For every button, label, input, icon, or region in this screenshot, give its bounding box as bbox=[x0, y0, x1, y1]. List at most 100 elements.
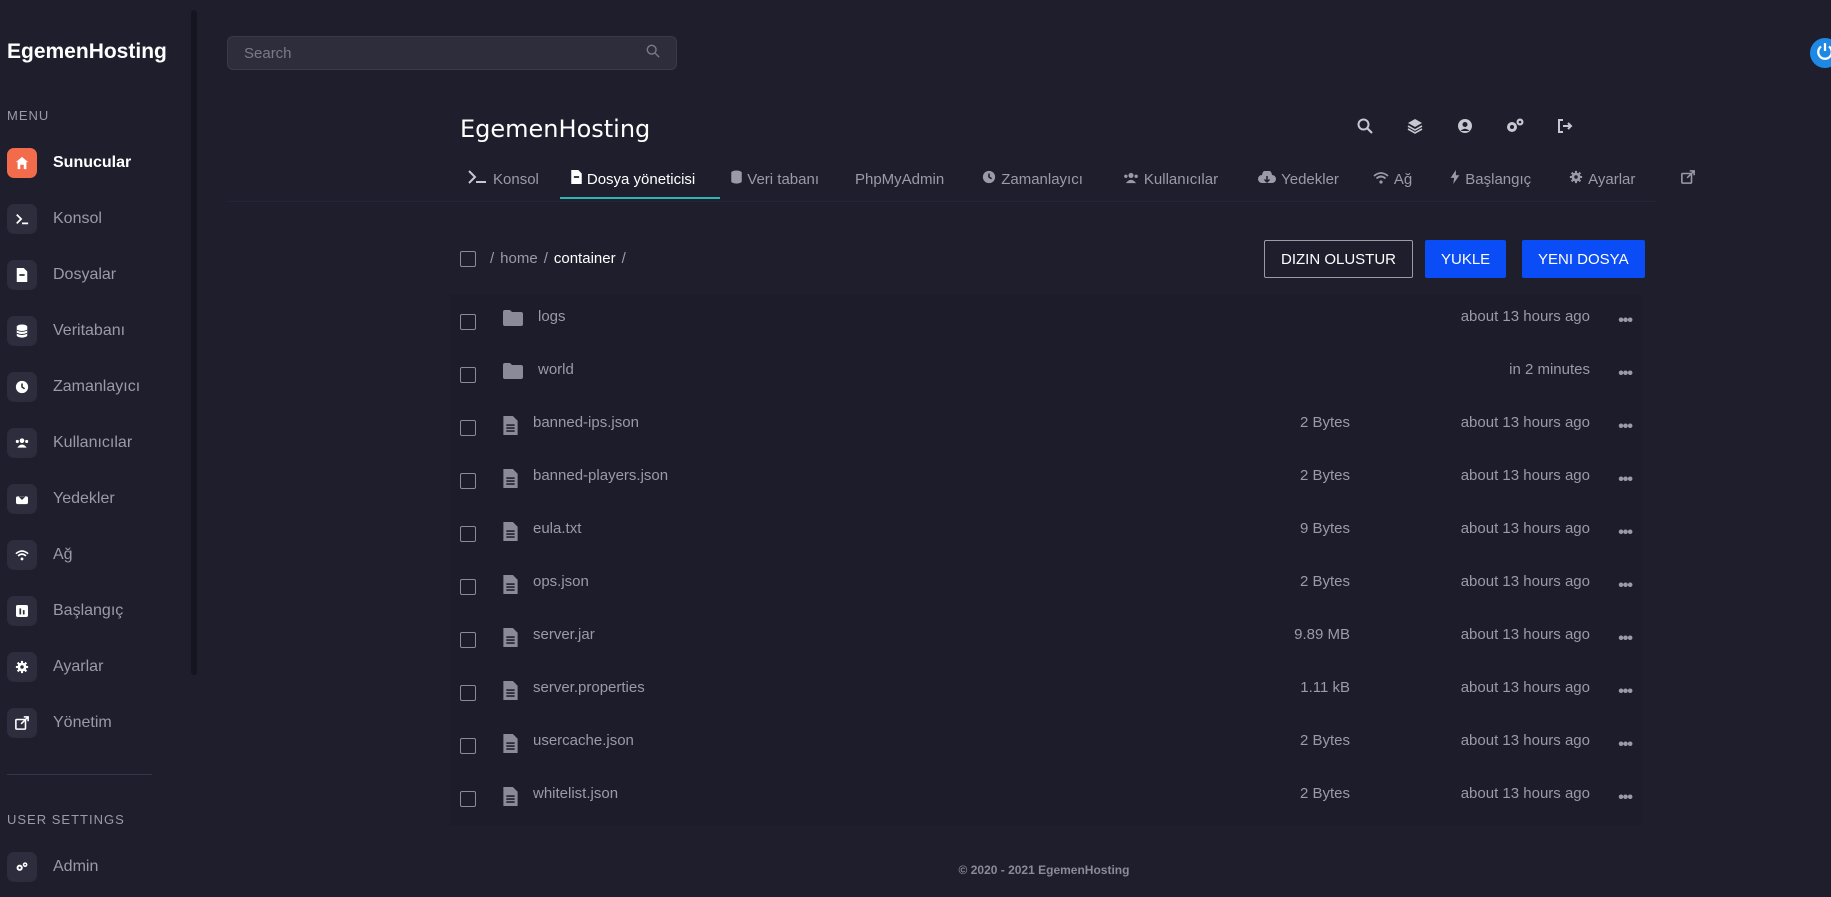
tab-konsol[interactable]: Konsol bbox=[460, 162, 547, 196]
file-checkbox[interactable] bbox=[460, 579, 476, 595]
file-name[interactable]: whitelist.json bbox=[533, 785, 618, 802]
file-size: 2 Bytes bbox=[1299, 732, 1350, 749]
file-row[interactable]: server.properties 1.11 kB about 13 hours a… bbox=[450, 666, 1642, 719]
file-row[interactable]: eula.txt 9 Bytes about 13 hours ago ••• bbox=[450, 507, 1642, 560]
brand-logo-text[interactable]: EgemenHosting bbox=[7, 40, 167, 64]
upload-button[interactable]: YUKLE bbox=[1425, 240, 1507, 278]
file-size: 2 Bytes bbox=[1299, 414, 1350, 431]
file-text-icon bbox=[503, 681, 523, 701]
file-checkbox[interactable] bbox=[460, 473, 476, 489]
database-icon bbox=[7, 316, 37, 346]
file-checkbox[interactable] bbox=[460, 632, 476, 648]
power-button[interactable] bbox=[1810, 38, 1831, 68]
gear-icon bbox=[1569, 170, 1583, 188]
sidebar-item-yedekler[interactable]: Yedekler bbox=[7, 484, 177, 514]
sidebar-divider bbox=[7, 774, 152, 775]
search-input[interactable] bbox=[244, 44, 646, 62]
more-options-icon[interactable]: ••• bbox=[1618, 524, 1633, 542]
file-modified: in 2 minutes bbox=[1509, 361, 1590, 378]
select-all-checkbox[interactable] bbox=[460, 250, 476, 267]
tab-phpmyadmin[interactable]: PhpMyAdmin bbox=[847, 162, 952, 196]
file-checkbox[interactable] bbox=[460, 685, 476, 701]
sidebar-item-dosyalar[interactable]: Dosyalar bbox=[7, 260, 177, 290]
header-admin-button[interactable] bbox=[1490, 116, 1540, 140]
header-logout-button[interactable] bbox=[1540, 116, 1590, 140]
sidebar-item-sunucular[interactable]: Sunucular bbox=[7, 148, 177, 178]
more-options-icon[interactable]: ••• bbox=[1618, 577, 1633, 595]
tab-ag[interactable]: Ağ bbox=[1365, 162, 1420, 196]
tab-ayarlar[interactable]: Ayarlar bbox=[1561, 162, 1643, 196]
tab-yedekler[interactable]: Yedekler bbox=[1250, 162, 1347, 196]
more-options-icon[interactable]: ••• bbox=[1618, 418, 1633, 436]
tab-zamanlayici[interactable]: Zamanlayıcı bbox=[974, 162, 1091, 196]
sidebar-item-baslangic[interactable]: Başlangıç bbox=[7, 596, 177, 626]
header-layers-button[interactable] bbox=[1390, 116, 1440, 140]
breadcrumb-home[interactable]: home bbox=[500, 250, 538, 267]
tab-dosya-yoneticisi[interactable]: Dosya yöneticisi bbox=[563, 162, 703, 196]
more-options-icon[interactable]: ••• bbox=[1618, 471, 1633, 489]
file-text-icon bbox=[503, 416, 523, 436]
file-size: 2 Bytes bbox=[1299, 467, 1350, 484]
file-row[interactable]: world in 2 minutes ••• bbox=[450, 348, 1642, 401]
new-file-button[interactable]: YENI DOSYA bbox=[1522, 240, 1645, 278]
more-options-icon[interactable]: ••• bbox=[1618, 683, 1633, 701]
file-row[interactable]: usercache.json 2 Bytes about 13 hours ago •… bbox=[450, 719, 1642, 772]
file-name[interactable]: world bbox=[538, 361, 574, 378]
file-modified: about 13 hours ago bbox=[1460, 732, 1590, 749]
file-modified: about 13 hours ago bbox=[1460, 679, 1590, 696]
tab-kullanicilar[interactable]: Kullanıcılar bbox=[1115, 162, 1226, 196]
file-checkbox[interactable] bbox=[460, 738, 476, 754]
more-options-icon[interactable]: ••• bbox=[1618, 365, 1633, 383]
file-name[interactable]: server.jar bbox=[533, 626, 595, 643]
sidebar-item-zamanlayici[interactable]: Zamanlayıcı bbox=[7, 372, 177, 402]
server-header-actions bbox=[1340, 116, 1590, 140]
more-options-icon[interactable]: ••• bbox=[1618, 789, 1633, 807]
file-row[interactable]: banned-ips.json 2 Bytes about 13 hours ago… bbox=[450, 401, 1642, 454]
search-bar[interactable] bbox=[227, 36, 677, 70]
more-options-icon[interactable]: ••• bbox=[1618, 736, 1633, 754]
file-row[interactable]: banned-players.json 2 Bytes about 13 hours… bbox=[450, 454, 1642, 507]
clock-icon bbox=[982, 170, 996, 188]
file-row[interactable]: server.jar 9.89 MB about 13 hours ago ••• bbox=[450, 613, 1642, 666]
create-directory-button[interactable]: DIZIN OLUSTUR bbox=[1264, 240, 1414, 278]
file-name[interactable]: server.properties bbox=[533, 679, 645, 696]
more-options-icon[interactable]: ••• bbox=[1618, 312, 1633, 330]
tab-baslangic[interactable]: Başlangıç bbox=[1442, 162, 1539, 196]
home-icon bbox=[7, 148, 37, 178]
gear-icon bbox=[7, 652, 37, 682]
power-icon bbox=[1816, 42, 1831, 65]
tab-external-link[interactable] bbox=[1673, 162, 1703, 196]
sidebar-item-ayarlar[interactable]: Ayarlar bbox=[7, 652, 177, 682]
file-checkbox[interactable] bbox=[460, 367, 476, 383]
file-name[interactable]: eula.txt bbox=[533, 520, 581, 537]
sidebar-item-ag[interactable]: Ağ bbox=[7, 540, 177, 570]
file-checkbox[interactable] bbox=[460, 314, 476, 330]
sidebar-item-veritabani[interactable]: Veritabanı bbox=[7, 316, 177, 346]
search-icon[interactable] bbox=[646, 44, 660, 63]
sidebar-item-label: Konsol bbox=[53, 210, 102, 227]
file-name[interactable]: banned-ips.json bbox=[533, 414, 639, 431]
tab-veri-tabani[interactable]: Veri tabanı bbox=[723, 162, 827, 196]
file-size: 9.89 MB bbox=[1294, 626, 1350, 643]
logout-icon bbox=[1557, 118, 1573, 139]
file-size: 9 Bytes bbox=[1299, 520, 1350, 537]
file-name[interactable]: logs bbox=[538, 308, 566, 325]
file-row[interactable]: logs about 13 hours ago ••• bbox=[450, 295, 1642, 348]
sidebar-item-label: Zamanlayıcı bbox=[53, 378, 141, 395]
file-name[interactable]: usercache.json bbox=[533, 732, 634, 749]
sidebar-scrollbar[interactable] bbox=[191, 10, 197, 675]
more-options-icon[interactable]: ••• bbox=[1618, 630, 1633, 648]
file-row[interactable]: whitelist.json 2 Bytes about 13 hours ago •… bbox=[450, 772, 1642, 825]
header-account-button[interactable] bbox=[1440, 116, 1490, 140]
file-modified: about 13 hours ago bbox=[1460, 626, 1590, 643]
sidebar-item-yonetim[interactable]: Yönetim bbox=[7, 708, 177, 738]
file-checkbox[interactable] bbox=[460, 420, 476, 436]
file-checkbox[interactable] bbox=[460, 526, 476, 542]
header-search-button[interactable] bbox=[1340, 116, 1390, 140]
file-row[interactable]: ops.json 2 Bytes about 13 hours ago ••• bbox=[450, 560, 1642, 613]
file-name[interactable]: ops.json bbox=[533, 573, 589, 590]
sidebar-item-konsol[interactable]: Konsol bbox=[7, 204, 177, 234]
sidebar-item-kullanicilar[interactable]: Kullanıcılar bbox=[7, 428, 177, 458]
file-checkbox[interactable] bbox=[460, 791, 476, 807]
file-name[interactable]: banned-players.json bbox=[533, 467, 668, 484]
